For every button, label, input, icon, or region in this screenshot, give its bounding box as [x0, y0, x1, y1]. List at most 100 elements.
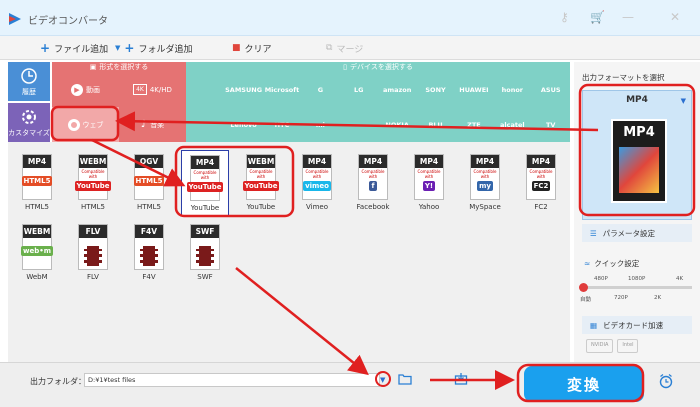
- quality-slider-thumb[interactable]: [579, 283, 588, 292]
- output-format-name: MP4: [626, 95, 648, 105]
- category-web[interactable]: ウェブ: [52, 107, 119, 142]
- format-item-fc2-mp4[interactable]: MP4 Compatible with FC2 FC2: [517, 150, 565, 216]
- chip-icon: ▦: [590, 320, 598, 330]
- device-microsoft[interactable]: Microsoft: [263, 72, 301, 107]
- format-logo: HTML5: [133, 176, 165, 186]
- open-folder-icon[interactable]: [398, 372, 412, 386]
- key-icon[interactable]: ⚷: [560, 10, 569, 24]
- add-folder-label: フォルダ追加: [138, 44, 193, 55]
- format-item-youtube-mp4[interactable]: MP4 Compatible with YouTube YouTube: [181, 150, 229, 216]
- clock-icon: [21, 67, 37, 84]
- format-label: HTML5: [137, 203, 161, 211]
- format-item-yahoo-mp4[interactable]: MP4 Compatible with Y! Yahoo: [405, 150, 453, 216]
- device-huawei[interactable]: HUAWEI: [455, 72, 493, 107]
- category-video[interactable]: ▶ 動画: [52, 72, 119, 107]
- device-htc[interactable]: HTC: [263, 107, 301, 142]
- dropdown-caret-icon[interactable]: ▼: [681, 97, 686, 105]
- output-folder-label: 出力フォルダ：: [30, 377, 86, 386]
- format-icon: FLV: [78, 224, 108, 270]
- toolbar: + ファイル追加 ▼ + フォルダ追加 ■ クリア ⧉ マージ: [0, 36, 700, 60]
- quality-tick-label: 2K: [654, 295, 662, 301]
- category-hd[interactable]: 4K 4K/HD: [119, 72, 186, 107]
- format-item-myspace-mp4[interactable]: MP4 Compatible with my MySpace: [461, 150, 509, 216]
- device-lenovo[interactable]: Lenovo: [224, 107, 262, 142]
- device-asus[interactable]: ASUS: [532, 72, 570, 107]
- plus-icon: +: [40, 41, 51, 55]
- parameter-settings-button[interactable]: ☰ パラメータ設定: [582, 224, 692, 242]
- device-mi[interactable]: mi: [301, 107, 339, 142]
- chrome-icon: [67, 118, 80, 131]
- convert-button[interactable]: 変換: [524, 366, 644, 402]
- format-icon: MP4 Compatible with YouTube: [186, 155, 224, 201]
- add-folder-button[interactable]: ▼ + フォルダ追加: [115, 41, 192, 55]
- device-zte[interactable]: ZTE: [455, 107, 493, 142]
- device-blu[interactable]: BLU: [416, 107, 454, 142]
- folder-dropdown-button[interactable]: ▼: [380, 376, 385, 384]
- format-icon: MP4 Compatible with f: [358, 154, 388, 200]
- film-strip-icon: [140, 246, 158, 266]
- device-tv[interactable]: TV: [532, 107, 570, 142]
- format-label: HTML5: [81, 203, 105, 211]
- format-item-youtube-webm[interactable]: WEBM Compatible with YouTube YouTube: [237, 150, 285, 216]
- history-button[interactable]: 履歴: [8, 62, 50, 101]
- device-honor[interactable]: honor: [493, 72, 531, 107]
- format-label: MySpace: [469, 203, 501, 211]
- device-nokia[interactable]: NOKIA: [378, 107, 416, 142]
- quality-tick-label: 480P: [594, 276, 608, 282]
- format-type: WEBM: [79, 155, 107, 168]
- format-logo: Y!: [422, 181, 436, 191]
- category-audio[interactable]: ♪ 音楽: [119, 107, 186, 142]
- format-type: MP4: [415, 155, 443, 168]
- quality-slider[interactable]: [579, 283, 692, 292]
- format-logo: web•m: [21, 246, 53, 256]
- gpu-badges: NVIDIA Intel: [586, 339, 692, 353]
- merge-files-icon[interactable]: [454, 372, 468, 386]
- quality-tick-label: 720P: [614, 295, 628, 301]
- device-alcatel[interactable]: alcatel: [493, 107, 531, 142]
- format-item-vimeo-mp4[interactable]: MP4 Compatible with vimeo Vimeo: [293, 150, 341, 216]
- format-type: MP4: [527, 155, 555, 168]
- format-item-flv-flv[interactable]: FLV FLV: [69, 220, 117, 286]
- clear-button[interactable]: ■ クリア: [232, 41, 272, 55]
- balloon-image: [619, 147, 659, 193]
- gpu-accel-button[interactable]: ▦ ビデオカード加速: [582, 316, 692, 334]
- add-file-button[interactable]: + ファイル追加: [40, 41, 108, 55]
- format-item-webm-webm[interactable]: WEBM web•m WebM: [13, 220, 61, 286]
- device-logo-0[interactable]: [186, 72, 224, 107]
- format-type: SWF: [191, 225, 219, 238]
- device-logo-14[interactable]: [340, 107, 378, 142]
- format-item-swf-swf[interactable]: SWF SWF: [181, 220, 229, 286]
- format-item-html5-webm[interactable]: WEBM Compatible with YouTube HTML5: [69, 150, 117, 216]
- minimize-icon[interactable]: —: [622, 10, 634, 24]
- format-logo: vimeo: [303, 181, 331, 191]
- phone-icon: ▯: [343, 63, 348, 71]
- customize-button[interactable]: カスタマイズ: [8, 103, 50, 142]
- customize-label: カスタマイズ: [8, 128, 50, 137]
- format-compat-text: Compatible with: [249, 169, 273, 179]
- device-g[interactable]: G: [301, 72, 339, 107]
- quick-settings-label: クイック設定: [594, 259, 640, 268]
- device-amazon[interactable]: amazon: [378, 72, 416, 107]
- merge-button[interactable]: ⧉ マージ: [326, 41, 363, 55]
- chevron-down-icon: ▼: [115, 44, 121, 52]
- output-folder-input[interactable]: [84, 373, 380, 387]
- format-type: F4V: [135, 225, 163, 238]
- device-lg[interactable]: LG: [340, 72, 378, 107]
- format-item-html5-ogv[interactable]: OGV HTML5 HTML5: [125, 150, 173, 216]
- device-header-label: デバイスを選択する: [350, 63, 413, 71]
- film-strip-icon: [84, 246, 102, 266]
- close-icon[interactable]: ✕: [670, 10, 680, 24]
- device-sony[interactable]: SONY: [416, 72, 454, 107]
- device-logo-10[interactable]: [186, 107, 224, 142]
- format-item-facebook-mp4[interactable]: MP4 Compatible with f Facebook: [349, 150, 397, 216]
- format-icon: MP4 HTML5: [21, 154, 53, 200]
- alarm-icon[interactable]: [658, 373, 674, 389]
- format-item-f4v-f4v[interactable]: F4V F4V: [125, 220, 173, 286]
- device-samsung[interactable]: SAMSUNG: [224, 72, 262, 107]
- gpu-accel-label: ビデオカード加速: [603, 320, 664, 330]
- output-format-selector[interactable]: MP4 ▼ MP4: [582, 90, 692, 220]
- app-logo-icon: [9, 13, 21, 25]
- play-icon: ▶: [71, 83, 83, 96]
- format-item-html5-mp4[interactable]: MP4 HTML5 HTML5: [13, 150, 61, 216]
- cart-icon[interactable]: 🛒: [590, 10, 605, 24]
